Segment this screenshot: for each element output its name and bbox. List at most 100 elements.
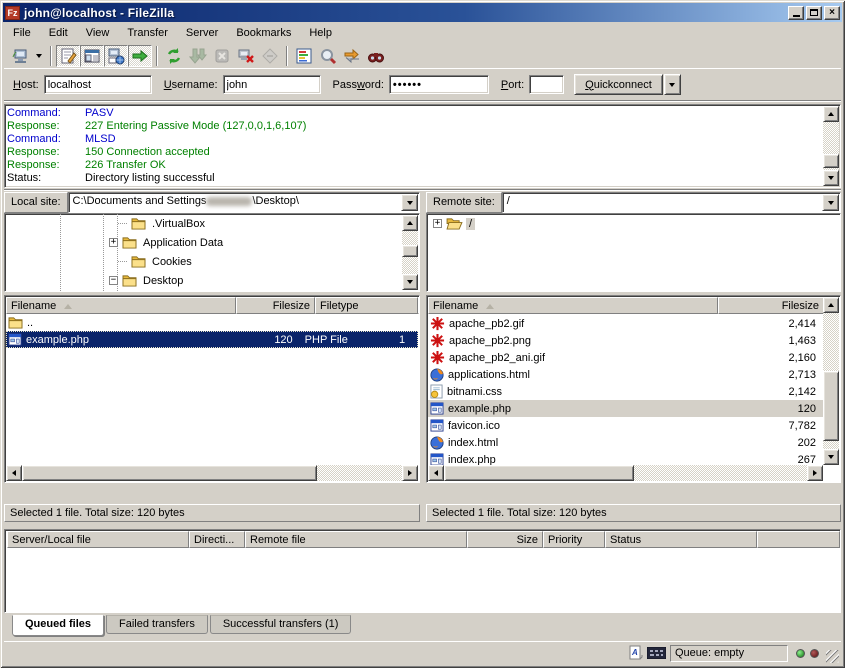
scroll-thumb[interactable] (444, 465, 634, 481)
scroll-left-button[interactable] (428, 465, 444, 481)
remote-site-dropdown-button[interactable] (822, 194, 839, 211)
local-column-filesize[interactable]: Filesize (236, 297, 315, 314)
menu-help[interactable]: Help (300, 25, 341, 41)
queue-column-remote-file[interactable]: Remote file (245, 531, 467, 548)
scroll-up-button[interactable] (402, 215, 418, 231)
tree-item-application-data[interactable]: + Application Data (5, 233, 419, 252)
disconnect-button[interactable] (234, 45, 258, 67)
queue-column-direction[interactable]: Directi... (189, 531, 245, 548)
scroll-track[interactable] (823, 122, 839, 170)
process-queue-button[interactable] (186, 45, 210, 67)
cancel-button[interactable] (210, 45, 234, 67)
local-column-filename[interactable]: Filename (6, 297, 236, 314)
menu-server[interactable]: Server (177, 25, 227, 41)
remote-list-scrollbar[interactable] (823, 297, 839, 465)
local-file-row-parent[interactable]: .. (6, 314, 418, 331)
remote-list-hscrollbar[interactable] (428, 465, 823, 481)
scroll-left-button[interactable] (6, 465, 22, 481)
toggle-remote-tree-button[interactable] (104, 45, 128, 67)
scroll-down-button[interactable] (823, 449, 839, 465)
remote-file-row[interactable]: apache_pb2.png 1,463 (428, 332, 824, 349)
queue-column-server-local-file[interactable]: Server/Local file (7, 531, 189, 548)
toggle-transfer-queue-button[interactable] (128, 45, 152, 67)
minimize-button[interactable] (788, 6, 804, 20)
expand-plus-icon[interactable]: + (433, 219, 442, 228)
site-manager-dropdown-button[interactable] (32, 45, 46, 67)
remote-site-combobox[interactable]: / (502, 192, 841, 213)
local-list-hscrollbar[interactable] (6, 465, 418, 481)
find-files-button[interactable] (364, 45, 388, 67)
remote-file-row[interactable]: bitnami.css 2,142 (428, 383, 824, 400)
resize-grip[interactable] (826, 650, 839, 663)
local-site-combobox[interactable]: C:\Documents and Settings\Desktop\ (68, 192, 420, 213)
local-directory-tree: .VirtualBox + Application Data Cookies −… (4, 213, 420, 292)
queue-column-blank[interactable] (757, 531, 840, 548)
scroll-right-button[interactable] (807, 465, 823, 481)
maximize-button[interactable] (806, 6, 822, 20)
close-button[interactable]: × (824, 6, 840, 20)
tree-item-cookies[interactable]: Cookies (5, 252, 419, 271)
remote-file-row[interactable]: index.html 202 (428, 434, 824, 451)
tree-item-desktop[interactable]: − Desktop (5, 271, 419, 290)
reconnect-button[interactable] (258, 45, 282, 67)
scroll-up-button[interactable] (823, 297, 839, 313)
queue-column-status[interactable]: Status (605, 531, 757, 548)
site-manager-button[interactable] (8, 45, 32, 67)
username-input[interactable] (224, 76, 320, 93)
scroll-track[interactable] (444, 465, 807, 481)
menu-edit[interactable]: Edit (40, 25, 77, 41)
scroll-right-button[interactable] (402, 465, 418, 481)
menu-view[interactable]: View (77, 25, 119, 41)
expand-plus-icon[interactable]: + (109, 238, 118, 247)
tab-successful-transfers[interactable]: Successful transfers (1) (210, 615, 352, 634)
scroll-up-button[interactable] (823, 106, 839, 122)
remote-file-row[interactable]: favicon.ico 7,782 (428, 417, 824, 434)
toggle-message-log-button[interactable] (56, 45, 80, 67)
local-site-dropdown-button[interactable] (401, 194, 418, 211)
tree-item-root[interactable]: + / (427, 214, 840, 233)
scroll-down-button[interactable] (823, 170, 839, 186)
queue-column-priority[interactable]: Priority (543, 531, 605, 548)
scroll-thumb[interactable] (22, 465, 317, 481)
toolbar-separator (156, 46, 158, 66)
password-input[interactable] (390, 76, 488, 93)
tab-failed-transfers[interactable]: Failed transfers (106, 615, 208, 634)
scroll-thumb[interactable] (402, 245, 418, 257)
remote-file-row[interactable]: apache_pb2.gif 2,414 (428, 315, 824, 332)
host-input[interactable] (45, 76, 151, 93)
collapse-minus-icon[interactable]: − (109, 276, 118, 285)
local-column-filetype[interactable]: Filetype (315, 297, 418, 314)
quickconnect-dropdown-button[interactable] (664, 74, 681, 95)
tab-queued-files[interactable]: Queued files (12, 615, 104, 636)
remote-file-row[interactable]: apache_pb2_ani.gif 2,160 (428, 349, 824, 366)
local-file-row-example-php[interactable]: example.php 120 PHP File 1 (6, 331, 418, 348)
synchronized-browsing-button[interactable] (340, 45, 364, 67)
tree-item-virtualbox[interactable]: .VirtualBox (5, 214, 419, 233)
filter-button[interactable] (292, 45, 316, 67)
local-column-last-modified[interactable]: L (418, 297, 420, 314)
scroll-thumb[interactable] (823, 371, 839, 441)
title-bar[interactable]: Fz john@localhost - FileZilla × (3, 3, 842, 22)
local-tree-scrollbar[interactable] (402, 215, 418, 290)
log-scrollbar[interactable] (823, 106, 839, 186)
tree-connector (118, 223, 127, 224)
scroll-thumb[interactable] (823, 154, 839, 168)
remote-column-filesize[interactable]: Filesize (718, 297, 824, 314)
remote-column-filename[interactable]: Filename (428, 297, 718, 314)
remote-file-row[interactable]: applications.html 2,713 (428, 366, 824, 383)
scroll-track[interactable] (22, 465, 402, 481)
quickconnect-button[interactable]: Quickconnect (574, 74, 663, 95)
folder-icon (131, 255, 146, 268)
menu-bookmarks[interactable]: Bookmarks (227, 25, 300, 41)
scroll-track[interactable] (823, 313, 839, 449)
directory-comparison-button[interactable] (316, 45, 340, 67)
port-input[interactable] (530, 76, 563, 93)
scroll-down-button[interactable] (402, 274, 418, 290)
queue-column-size[interactable]: Size (467, 531, 543, 548)
menu-transfer[interactable]: Transfer (118, 25, 177, 41)
refresh-button[interactable] (162, 45, 186, 67)
menu-file[interactable]: File (4, 25, 40, 41)
remote-file-row-example-php[interactable]: example.php 120 (428, 400, 824, 417)
toggle-local-tree-button[interactable] (80, 45, 104, 67)
scroll-track[interactable] (402, 231, 418, 274)
